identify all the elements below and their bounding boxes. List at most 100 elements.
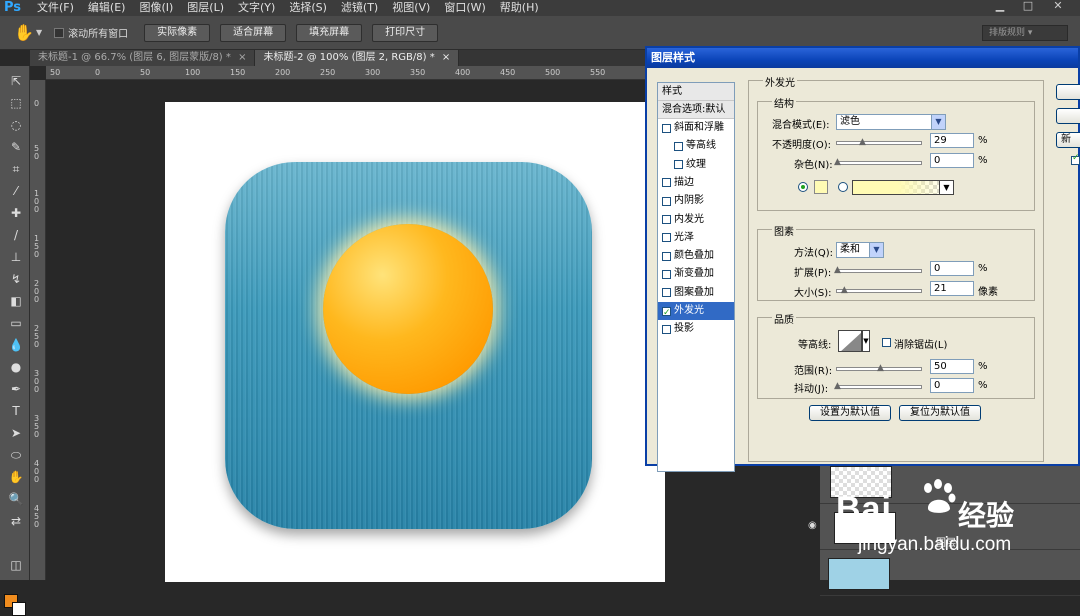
close-tab-icon[interactable]: × xyxy=(442,52,450,63)
lasso-tool-icon[interactable]: ◌ xyxy=(6,116,26,134)
style-item[interactable]: 光泽 xyxy=(658,229,734,247)
gradient-radio[interactable] xyxy=(838,182,848,192)
style-item[interactable]: 渐变叠加 xyxy=(658,265,734,283)
style-checkbox[interactable] xyxy=(662,304,671,320)
style-item[interactable]: 内发光 xyxy=(658,211,734,229)
menu-item[interactable]: 文字(Y) xyxy=(231,0,282,16)
swap-colors-icon[interactable]: ⇄ xyxy=(6,512,26,530)
style-checkbox[interactable] xyxy=(662,178,671,188)
ellipse-tool-icon[interactable]: ⬭ xyxy=(6,446,26,464)
style-item[interactable]: 等高线 xyxy=(658,137,734,155)
gradient-tool-icon[interactable]: ▭ xyxy=(6,314,26,332)
style-item[interactable]: 颜色叠加 xyxy=(658,247,734,265)
eyedropper-tool-icon[interactable]: ⁄ xyxy=(6,182,26,200)
brush-tool-icon[interactable]: / xyxy=(6,226,26,244)
tab-untitled-2[interactable]: 未标题-2 @ 100% (图层 2, RGB/8) * × xyxy=(255,50,460,66)
slider-thumb-icon[interactable]: ▲ xyxy=(840,286,849,295)
path-select-icon[interactable]: ➤ xyxy=(6,424,26,442)
chevron-down-icon[interactable]: ▼ xyxy=(862,330,870,352)
maximize-icon[interactable]: □ xyxy=(1016,0,1040,14)
close-tab-icon[interactable]: × xyxy=(238,52,246,63)
close-window-icon[interactable]: ✕ xyxy=(1046,0,1070,14)
slider-thumb-icon[interactable]: ▲ xyxy=(876,364,885,373)
range-slider[interactable]: ▲ xyxy=(836,364,922,373)
style-item[interactable]: 斜面和浮雕 xyxy=(658,119,734,137)
tab-untitled-1[interactable]: 未标题-1 @ 66.7% (图层 6, 图层蒙版/8) * × xyxy=(30,50,256,66)
style-item[interactable]: 图案叠加 xyxy=(658,284,734,302)
glow-color-swatch[interactable] xyxy=(814,180,828,194)
background-color-swatch[interactable] xyxy=(12,602,26,616)
actual-pixels-button[interactable]: 实际像素 xyxy=(144,23,211,42)
document-canvas[interactable] xyxy=(165,102,665,582)
marquee-tool-icon[interactable]: ⬚ xyxy=(6,94,26,112)
style-checkbox[interactable] xyxy=(674,141,683,151)
opacity-slider[interactable]: ▲ xyxy=(836,138,922,147)
hand-tool-icon[interactable]: ✋ xyxy=(14,23,36,42)
method-select[interactable]: 柔和 ▼ xyxy=(836,242,884,258)
slider-thumb-icon[interactable]: ▲ xyxy=(833,382,842,391)
size-input[interactable]: 21 xyxy=(930,281,974,296)
canvas-area[interactable] xyxy=(47,81,665,582)
menu-item[interactable]: 窗口(W) xyxy=(437,0,492,16)
menu-item[interactable]: 帮助(H) xyxy=(493,0,546,16)
antialias-checkbox[interactable] xyxy=(882,338,891,347)
reset-default-button[interactable]: 复位为默认值 xyxy=(899,405,981,421)
menu-item[interactable]: 滤镜(T) xyxy=(334,0,385,16)
ok-button[interactable] xyxy=(1056,84,1080,100)
clone-stamp-icon[interactable]: ⊥ xyxy=(6,248,26,266)
chevron-down-icon[interactable]: ▼ xyxy=(36,28,42,37)
new-style-button[interactable]: 新 xyxy=(1056,132,1080,148)
style-checkbox[interactable] xyxy=(662,269,671,279)
checkbox-box[interactable] xyxy=(54,27,65,38)
eye-icon[interactable]: ◉ xyxy=(808,520,817,531)
style-checkbox[interactable] xyxy=(662,196,671,206)
crop-tool-icon[interactable]: ⌗ xyxy=(6,160,26,178)
jitter-input[interactable]: 0 xyxy=(930,378,974,393)
style-checkbox[interactable] xyxy=(662,233,671,243)
noise-slider[interactable]: ▲ xyxy=(834,158,922,167)
style-checkbox[interactable] xyxy=(662,324,671,334)
menu-item[interactable]: 编辑(E) xyxy=(81,0,133,16)
fit-screen-button[interactable]: 适合屏幕 xyxy=(220,23,287,42)
hand-tool-icon[interactable]: ✋ xyxy=(6,468,26,486)
gradient-picker[interactable]: ▼ xyxy=(852,180,954,195)
zoom-tool-icon[interactable]: 🔍 xyxy=(6,490,26,508)
menu-item[interactable]: 图层(L) xyxy=(180,0,231,16)
healing-brush-icon[interactable]: ✚ xyxy=(6,204,26,222)
size-slider[interactable]: ▲ xyxy=(836,286,922,295)
blend-mode-select[interactable]: 滤色 ▼ xyxy=(836,114,946,130)
style-item[interactable]: 内阴影 xyxy=(658,192,734,210)
menu-item[interactable]: 选择(S) xyxy=(282,0,334,16)
spread-input[interactable]: 0 xyxy=(930,261,974,276)
menu-item[interactable]: 视图(V) xyxy=(385,0,437,16)
style-checkbox[interactable] xyxy=(662,215,671,224)
opacity-input[interactable]: 29 xyxy=(930,133,974,148)
style-item[interactable]: 投影 xyxy=(658,320,734,338)
menu-item[interactable]: 文件(F) xyxy=(30,0,81,16)
menu-item[interactable]: 图像(I) xyxy=(132,0,180,16)
type-tool-icon[interactable]: T xyxy=(6,402,26,420)
quick-mask-icon[interactable]: ◫ xyxy=(6,556,26,574)
print-size-button[interactable]: 打印尺寸 xyxy=(372,23,439,42)
cancel-button[interactable] xyxy=(1056,108,1080,124)
spread-slider[interactable]: ▲ xyxy=(833,266,922,275)
blur-tool-icon[interactable]: 💧 xyxy=(6,336,26,354)
slider-thumb-icon[interactable]: ▲ xyxy=(833,266,842,275)
set-default-button[interactable]: 设置为默认值 xyxy=(809,405,891,421)
noise-input[interactable]: 0 xyxy=(930,153,974,168)
style-item[interactable]: 纹理 xyxy=(658,156,734,174)
chevron-down-icon[interactable]: ▼ xyxy=(869,243,883,257)
sun-circle[interactable] xyxy=(323,224,493,394)
chevron-down-icon[interactable]: ▼ xyxy=(939,181,953,194)
range-input[interactable]: 50 xyxy=(930,359,974,374)
history-brush-icon[interactable]: ↯ xyxy=(6,270,26,288)
style-checkbox[interactable] xyxy=(662,123,671,133)
chevron-down-icon[interactable]: ▼ xyxy=(931,115,945,129)
workspace-select[interactable]: 排版规则 ▾ xyxy=(982,25,1068,41)
fill-screen-button[interactable]: 填充屏幕 xyxy=(296,23,363,42)
minimize-icon[interactable]: ▁ xyxy=(988,0,1012,14)
pen-tool-icon[interactable]: ✒ xyxy=(6,380,26,398)
jitter-slider[interactable]: ▲ xyxy=(833,382,922,391)
style-checkbox[interactable] xyxy=(662,251,671,261)
eraser-tool-icon[interactable]: ◧ xyxy=(6,292,26,310)
